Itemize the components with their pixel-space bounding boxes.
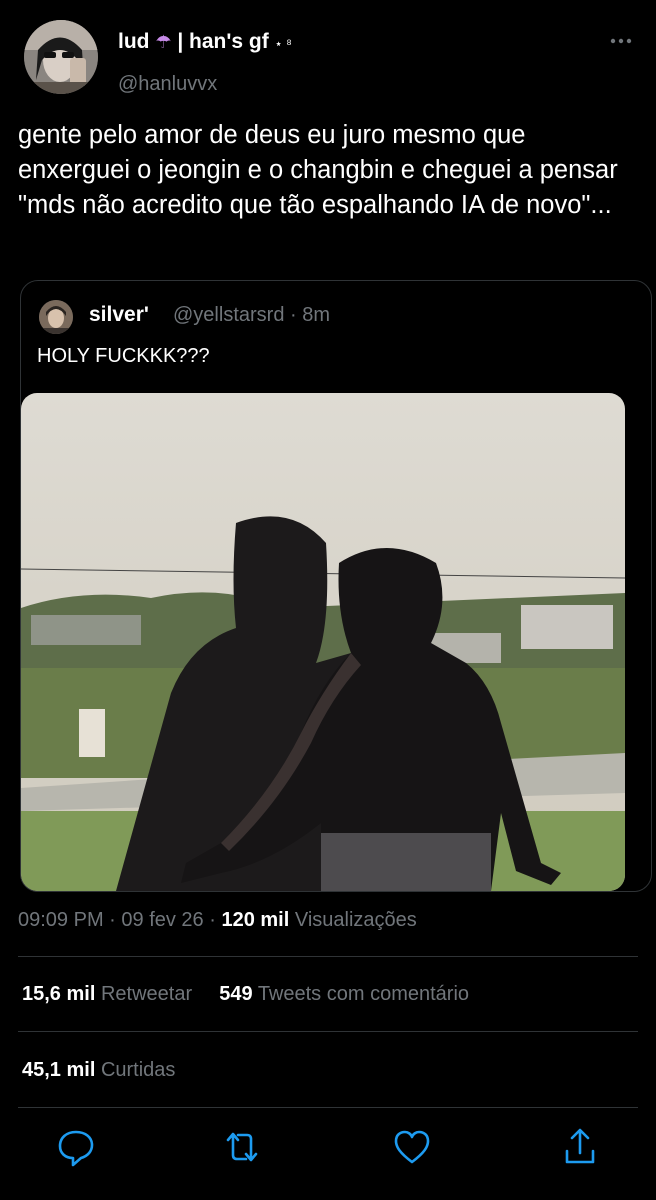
stats-row-retweets: 15,6 mil Retweetar 549 Tweets com coment… (22, 983, 469, 1006)
heart-icon[interactable] (392, 1125, 432, 1169)
stats-row-likes: 45,1 mil Curtidas (22, 1059, 175, 1082)
retweet-icon[interactable] (222, 1125, 262, 1169)
quotes-count: 549 (219, 983, 253, 1005)
quoted-photo[interactable] (21, 393, 625, 891)
author-name-suffix: | han's gf (177, 30, 269, 53)
tweet-time: 09:09 PM (18, 909, 104, 931)
quoted-meta: @yellstarsrd · 8m (173, 304, 330, 327)
action-bar (0, 1125, 656, 1173)
umbrella-emoji: ☂ (155, 32, 172, 52)
quoted-author-avatar (39, 300, 73, 334)
retweets-stat[interactable]: 15,6 mil Retweetar (22, 983, 192, 1005)
quotes-label: Tweets com comentário (257, 983, 470, 1005)
divider (18, 956, 638, 957)
likes-count: 45,1 mil (22, 1059, 96, 1081)
reply-icon[interactable] (56, 1125, 96, 1169)
tweet-timestamp: 09:09 PM · 09 fev 26 · 120 mil Visualiza… (18, 909, 417, 932)
author-name: lud (118, 30, 150, 53)
tweet-text: gente pelo amor de deus eu juro mesmo qu… (18, 121, 618, 219)
more-icon[interactable] (606, 28, 636, 54)
author-display-name[interactable]: lud ☂ | han's gf ⋆ ⁸ (118, 30, 292, 54)
share-icon[interactable] (560, 1125, 600, 1169)
quotes-stat[interactable]: 549 Tweets com comentário (219, 983, 469, 1005)
divider (18, 1107, 638, 1108)
quoted-handle: @yellstarsrd (173, 304, 285, 326)
views-label: Visualizações (294, 909, 417, 931)
quoted-tweet[interactable]: silver' @yellstarsrd · 8m HOLY FUCKKK??? (20, 280, 652, 892)
author-handle[interactable]: @hanluvvx (118, 73, 217, 96)
quoted-time: 8m (302, 304, 331, 326)
likes-stat[interactable]: 45,1 mil Curtidas (22, 1059, 175, 1081)
quoted-display-name: silver' (89, 303, 149, 326)
timestamp-separator: · (109, 909, 122, 931)
author-avatar[interactable] (24, 20, 98, 94)
quoted-text: HOLY FUCKKK??? (37, 345, 210, 367)
tweet-date: 09 fev 26 (121, 909, 204, 931)
retweets-label: Retweetar (100, 983, 193, 1005)
meta-separator: · (290, 304, 303, 326)
author-name-star: ⋆ ⁸ (274, 36, 292, 51)
likes-label: Curtidas (100, 1059, 176, 1081)
tweet-header: lud ☂ | han's gf ⋆ ⁸ @hanluvvx (0, 0, 656, 110)
views-count: 120 mil (221, 909, 290, 931)
timestamp-separator: · (209, 909, 222, 931)
divider (18, 1031, 638, 1032)
retweets-count: 15,6 mil (22, 983, 96, 1005)
